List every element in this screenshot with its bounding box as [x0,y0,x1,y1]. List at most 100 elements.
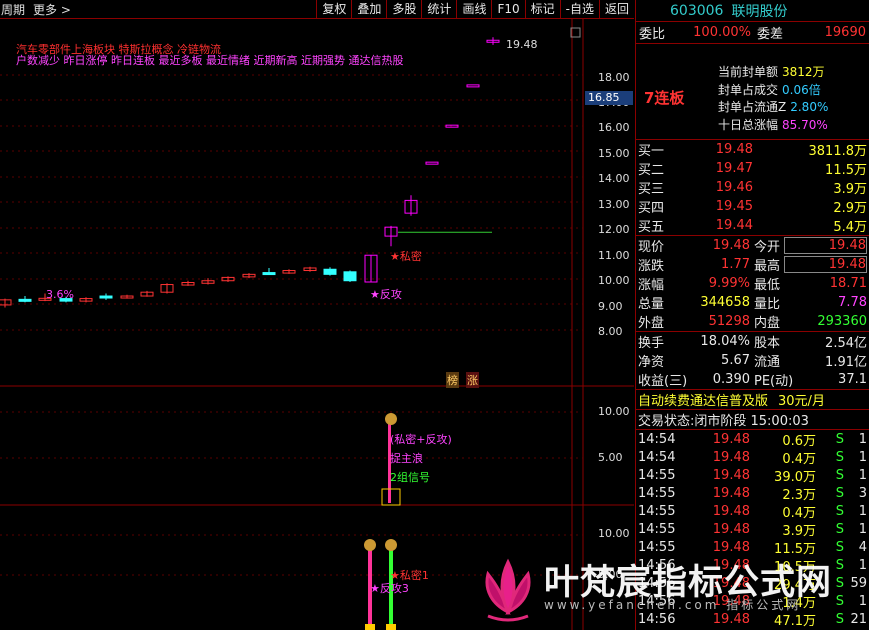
fund-value: 5.67 [721,353,750,368]
signal-fangong: ★反攻 [370,288,402,301]
toolbar-button[interactable]: 统计 [421,0,456,19]
bid-row[interactable]: 买二 19.47 11.5万 [636,159,869,178]
quote-label: 涨幅 [638,278,665,293]
fund-value: 1.91亿 [825,355,867,370]
quote-label: 总量 [638,297,665,312]
limit-up-info: 7连板 当前封单额 3812万 封单占成交 0.06倍 封单占流通Z 2.80% 十日总涨幅… [636,44,869,140]
limit-row: 封单占流通Z 2.80% [718,99,828,117]
signal-simi: ★私密 [390,250,422,263]
fund-label: 收益(三) [638,374,688,389]
ad-banner[interactable]: 自动续费通达信普及版 30元/月 [636,390,869,410]
quote-label: 最高 [754,259,781,274]
indicator-axis-tick: 10.00 [598,405,630,418]
quote-row: 现价 19.48 今开 19.48 [636,236,869,255]
tick-time: 14:56 [638,575,676,591]
tick-volume: 47.1万 [774,613,816,629]
tick-count: 1 [858,557,867,573]
candle-body [262,272,276,276]
bid-row[interactable]: 买五 19.44 5.4万 [636,216,869,235]
quote-value: 18.71 [829,276,867,291]
bid-volume: 3.9万 [833,182,867,197]
tick-side: S [835,485,844,501]
quote-value: 19.48 [784,256,867,273]
toolbar-button[interactable]: 多股 [386,0,421,19]
limit-row-label: 封单占成交 [718,82,779,97]
chart-toolbar: 周期 更多 > 复权 叠加 多股 统计 画线 F10 标记 -自选 返回 [0,0,634,19]
tick-side: S [835,575,844,591]
zhang-label: 涨 [466,372,479,388]
tick-volume: 3.9万 [782,523,816,539]
ind1-label-wave: 捉主浪 [390,452,423,465]
kline-chart-svg[interactable] [0,19,634,630]
bid-row[interactable]: 买四 19.45 2.9万 [636,197,869,216]
tick-row: 14:55 19.48 2.3万 S 3 [636,484,869,503]
indicator-axis-tick: 10.00 [598,527,630,540]
ind2-fangong: ★反攻3 [370,582,409,595]
toolbar-button[interactable]: F10 [491,0,524,19]
fund-label: 净资 [638,355,665,370]
tick-volume: 1.4万 [782,595,816,611]
tick-time: 14:56 [638,557,676,573]
quote-panel: 603006 联明股份 委比 100.00% 委差 19690 7连板 当前封单… [635,0,869,630]
price-axis-tick: 11.00 [598,249,630,262]
tick-count: 1 [858,467,867,483]
tick-row: 14:54 19.48 0.4万 S 1 [636,448,869,467]
tick-time: 14:54 [638,449,676,465]
quote-table: 现价 19.48 今开 19.48 涨跌 1.77 最高 19.48 涨幅 9.99% 最低 18.7… [636,236,869,332]
candle-body [99,295,113,299]
bid-row[interactable]: 买一 19.48 3811.8万 [636,140,869,159]
bid-price: 19.47 [715,161,753,176]
bid-book: 买一 19.48 3811.8万 买二 19.47 11.5万 买三 19.46 3.9万 买四 1… [636,140,869,236]
fund-label: 股本 [754,336,781,351]
tick-price: 19.48 [712,611,750,627]
tick-price: 19.48 [712,503,750,519]
quote-value: 51298 [708,314,750,329]
bid-volume: 11.5万 [825,163,867,178]
toolbar-button[interactable]: 标记 [524,0,560,19]
tick-price: 19.48 [712,485,750,501]
tick-time: 14:56 [638,611,676,627]
quote-value: 1.77 [721,257,750,272]
tick-time: 14:55 [638,521,676,537]
tick-side: S [835,503,844,519]
fund-label: 换手 [638,336,665,351]
toolbar-left-item[interactable]: 更多 > [33,1,71,18]
tick-side: S [835,521,844,537]
bid-price: 19.48 [715,142,753,157]
toolbar-button[interactable]: 叠加 [351,0,386,19]
tick-side: S [835,611,844,627]
fund-row: 收益(三) 0.390 PE(动) 37.1 [636,370,869,389]
stock-header[interactable]: 603006 联明股份 [636,0,869,22]
fund-value: 37.1 [838,372,867,387]
tick-time: 14:55 [638,485,676,501]
tick-volume: 0.4万 [782,451,816,467]
money-bag-icon [386,624,396,630]
quote-label: 最低 [754,278,781,293]
toolbar-button[interactable]: 画线 [456,0,491,19]
limit-row-value: 3812万 [782,65,825,79]
tick-volume: 0.4万 [782,505,816,521]
ind1-label-group: 2组信号 [390,471,430,484]
tick-price: 19.48 [712,467,750,483]
ad-price: 30元/月 [778,394,825,409]
candle-body [343,271,357,282]
tick-count: 1 [858,521,867,537]
tick-side: S [835,557,844,573]
limit-row-value: 0.06倍 [782,82,821,97]
tick-row: 14:56 19.48 1.4万 S 1 [636,592,869,611]
price-axis-tick: 13.00 [598,198,630,211]
tick-row: 14:55 19.48 39.0万 S 1 [636,466,869,485]
tick-list[interactable]: 14:54 19.48 0.6万 S 1 14:54 19.48 0.4万 S 1 14:55 19.… [636,430,869,629]
bid-label: 买四 [638,201,665,216]
toolbar-button[interactable]: -自选 [559,0,599,19]
tick-row: 14:56 19.48 10.5万 S 1 [636,556,869,575]
bid-row[interactable]: 买三 19.46 3.9万 [636,178,869,197]
toolbar-button[interactable]: 复权 [316,0,351,19]
tick-count: 59 [850,575,867,591]
toolbar-left-item[interactable]: 周期 [1,1,25,18]
weicha-label: 委差 [757,27,784,42]
toolbar-button[interactable]: 返回 [598,0,634,19]
tick-row: 14:56 19.48 47.1万 S 21 [636,610,869,629]
tick-side: S [835,539,844,555]
kline-chart-area[interactable]: 汽车零部件上海板块 特斯拉概念 冷链物流 户数减少 昨日涨停 昨日连板 最近多板… [0,19,634,630]
